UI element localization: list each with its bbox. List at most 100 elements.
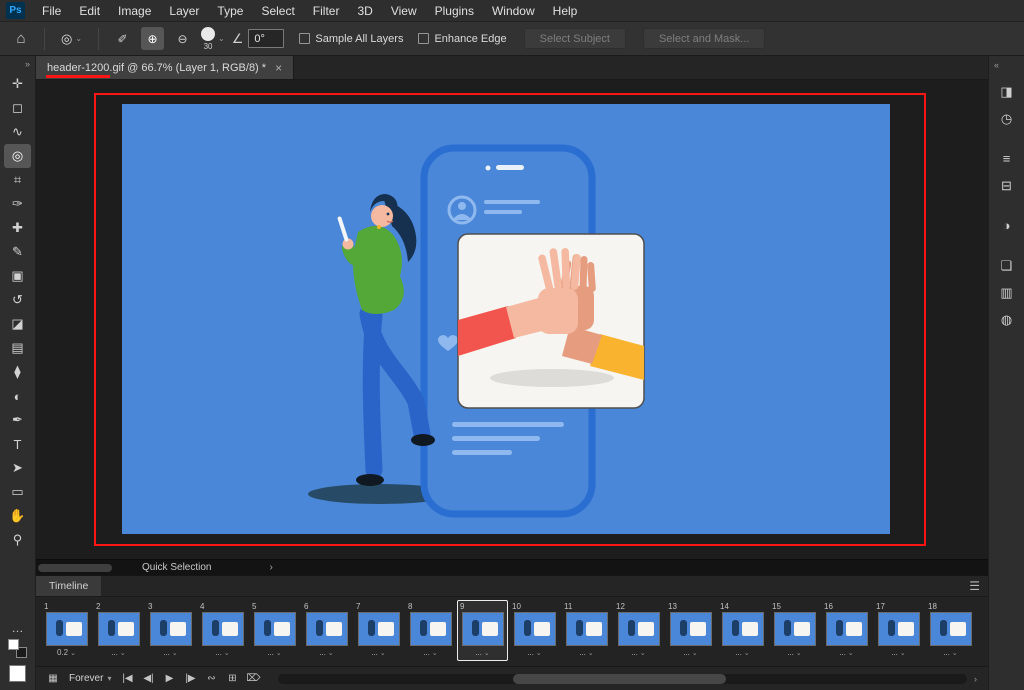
frame-delay-dropdown[interactable]: ... ⌄ <box>512 648 557 657</box>
crop-tool[interactable]: ⌗ <box>4 168 31 192</box>
horizontal-scrollbar[interactable] <box>38 564 112 572</box>
add-to-selection-icon[interactable]: ⊕ <box>141 27 164 50</box>
duplicate-frame-button[interactable]: ⊞ <box>224 673 240 684</box>
first-frame-button[interactable]: |◀ <box>119 673 135 684</box>
timeline-frame[interactable]: 15 ... ⌄ <box>769 600 820 661</box>
convert-to-video-timeline-icon[interactable]: ▦ <box>45 673 61 684</box>
properties-panel-icon[interactable]: ≡ <box>993 146 1020 171</box>
menu-item[interactable]: 3D <box>348 0 381 22</box>
frame-delay-dropdown[interactable]: ... ⌄ <box>408 648 453 657</box>
option-checkbox[interactable]: Sample All Layers <box>299 33 403 45</box>
brush-tool[interactable]: ✎ <box>4 240 31 264</box>
delete-frame-button[interactable]: ⌦ <box>245 673 261 684</box>
frame-delay-dropdown[interactable]: ... ⌄ <box>252 648 297 657</box>
timeline-frame[interactable]: 2 ... ⌄ <box>93 600 144 661</box>
color-swatch[interactable] <box>9 665 26 682</box>
document-tab[interactable]: header-1200.gif @ 66.7% (Layer 1, RGB/8)… <box>36 56 294 79</box>
frame-delay-dropdown[interactable]: ... ⌄ <box>356 648 401 657</box>
tab-timeline[interactable]: Timeline <box>36 576 101 596</box>
timeline-frame[interactable]: 5 ... ⌄ <box>249 600 300 661</box>
panel-menu-icon[interactable]: ☰ <box>969 579 980 593</box>
close-icon[interactable]: × <box>275 61 282 75</box>
timeline-frame[interactable]: 8 ... ⌄ <box>405 600 456 661</box>
frame-delay-dropdown[interactable]: ... ⌄ <box>824 648 869 657</box>
angle-input[interactable]: 0° <box>248 29 284 48</box>
path-select-tool[interactable]: ➤ <box>4 456 31 480</box>
eraser-tool[interactable]: ◪ <box>4 312 31 336</box>
channels-panel-icon[interactable]: ▥ <box>993 280 1020 305</box>
lasso-tool[interactable]: ∿ <box>4 120 31 144</box>
frame-delay-dropdown[interactable]: ... ⌄ <box>876 648 921 657</box>
edit-toolbar-icon[interactable]: … <box>12 624 24 632</box>
libraries-panel-icon[interactable]: ⊟ <box>993 173 1020 198</box>
hand-tool[interactable]: ✋ <box>4 504 31 528</box>
collapse-panels-icon[interactable]: « <box>994 59 999 72</box>
quick-selection-tool[interactable]: ◎ <box>4 144 31 168</box>
menu-item[interactable]: Window <box>483 0 544 22</box>
timeline-frame[interactable]: 13 ... ⌄ <box>665 600 716 661</box>
shape-tool[interactable]: ▭ <box>4 480 31 504</box>
frame-delay-dropdown[interactable]: ... ⌄ <box>928 648 973 657</box>
timeline-frame[interactable]: 17 ... ⌄ <box>873 600 924 661</box>
loop-count-dropdown[interactable]: Forever ▾ <box>66 672 114 685</box>
timeline-frame[interactable]: 1 0.2 ⌄ <box>41 600 92 661</box>
healing-brush-tool[interactable]: ✚ <box>4 216 31 240</box>
menu-item[interactable]: View <box>382 0 426 22</box>
menu-item[interactable]: Type <box>208 0 252 22</box>
menu-item[interactable]: Select <box>252 0 303 22</box>
menu-item[interactable]: Edit <box>70 0 109 22</box>
options-button[interactable]: Select Subject <box>524 28 626 49</box>
brush-size-picker[interactable]: 30 ⌄ <box>201 27 225 51</box>
gradient-tool[interactable]: ▤ <box>4 336 31 360</box>
options-button[interactable]: Select and Mask... <box>643 28 766 49</box>
menu-item[interactable]: File <box>33 0 70 22</box>
zoom-tool[interactable]: ⚲ <box>4 528 31 552</box>
previous-frame-button[interactable]: ◀| <box>140 673 156 684</box>
timeline-frame[interactable]: 10 ... ⌄ <box>509 600 560 661</box>
pen-tool[interactable]: ✒ <box>4 408 31 432</box>
home-icon[interactable]: ⌂ <box>10 30 32 47</box>
history-brush-tool[interactable]: ↺ <box>4 288 31 312</box>
timeline-frame[interactable]: 4 ... ⌄ <box>197 600 248 661</box>
option-checkbox[interactable]: Enhance Edge <box>418 33 506 45</box>
frame-delay-dropdown[interactable]: ... ⌄ <box>668 648 713 657</box>
layers-panel-icon[interactable]: ❏ <box>993 253 1020 278</box>
tool-preset-picker[interactable]: ◎ ⌄ <box>57 29 86 49</box>
timeline-frame[interactable]: 12 ... ⌄ <box>613 600 664 661</box>
chevron-right-icon[interactable]: › <box>269 562 272 573</box>
subtract-from-selection-icon[interactable]: ⊖ <box>171 27 194 50</box>
canvas[interactable] <box>36 80 988 559</box>
timeline-frame[interactable]: 11 ... ⌄ <box>561 600 612 661</box>
scroll-right-icon[interactable]: › <box>972 674 979 684</box>
timeline-frame[interactable]: 16 ... ⌄ <box>821 600 872 661</box>
frame-delay-dropdown[interactable]: 0.2 ⌄ <box>44 648 89 657</box>
move-tool[interactable]: ✛ <box>4 72 31 96</box>
frame-delay-dropdown[interactable]: ... ⌄ <box>772 648 817 657</box>
type-tool[interactable]: T <box>4 432 31 456</box>
timeline-frame[interactable]: 14 ... ⌄ <box>717 600 768 661</box>
color-panel-icon[interactable]: ◑ <box>993 213 1020 238</box>
new-selection-icon[interactable]: ✐ <box>111 27 134 50</box>
timeline-frame[interactable]: 7 ... ⌄ <box>353 600 404 661</box>
next-frame-button[interactable]: |▶ <box>182 673 198 684</box>
timeline-scrollbar-thumb[interactable] <box>513 674 726 684</box>
timeline-frame[interactable]: 18 ... ⌄ <box>925 600 976 661</box>
frame-delay-dropdown[interactable]: ... ⌄ <box>304 648 349 657</box>
frame-delay-dropdown[interactable]: ... ⌄ <box>720 648 765 657</box>
adjustments-panel-icon[interactable]: ◨ <box>993 79 1020 104</box>
timeline-scrollbar[interactable] <box>278 674 967 684</box>
menu-item[interactable]: Filter <box>304 0 349 22</box>
paths-panel-icon[interactable]: ◍ <box>993 307 1020 332</box>
clone-stamp-tool[interactable]: ▣ <box>4 264 31 288</box>
frame-delay-dropdown[interactable]: ... ⌄ <box>460 648 505 657</box>
marquee-tool[interactable]: ◻ <box>4 96 31 120</box>
menu-item[interactable]: Plugins <box>426 0 483 22</box>
menu-item[interactable]: Image <box>109 0 160 22</box>
dodge-tool[interactable]: ◐ <box>4 384 31 408</box>
timeline-frame[interactable]: 6 ... ⌄ <box>301 600 352 661</box>
menu-item[interactable]: Help <box>544 0 587 22</box>
frame-delay-dropdown[interactable]: ... ⌄ <box>616 648 661 657</box>
expand-panel-icon[interactable]: » <box>25 58 30 71</box>
frame-delay-dropdown[interactable]: ... ⌄ <box>564 648 609 657</box>
frame-delay-dropdown[interactable]: ... ⌄ <box>200 648 245 657</box>
